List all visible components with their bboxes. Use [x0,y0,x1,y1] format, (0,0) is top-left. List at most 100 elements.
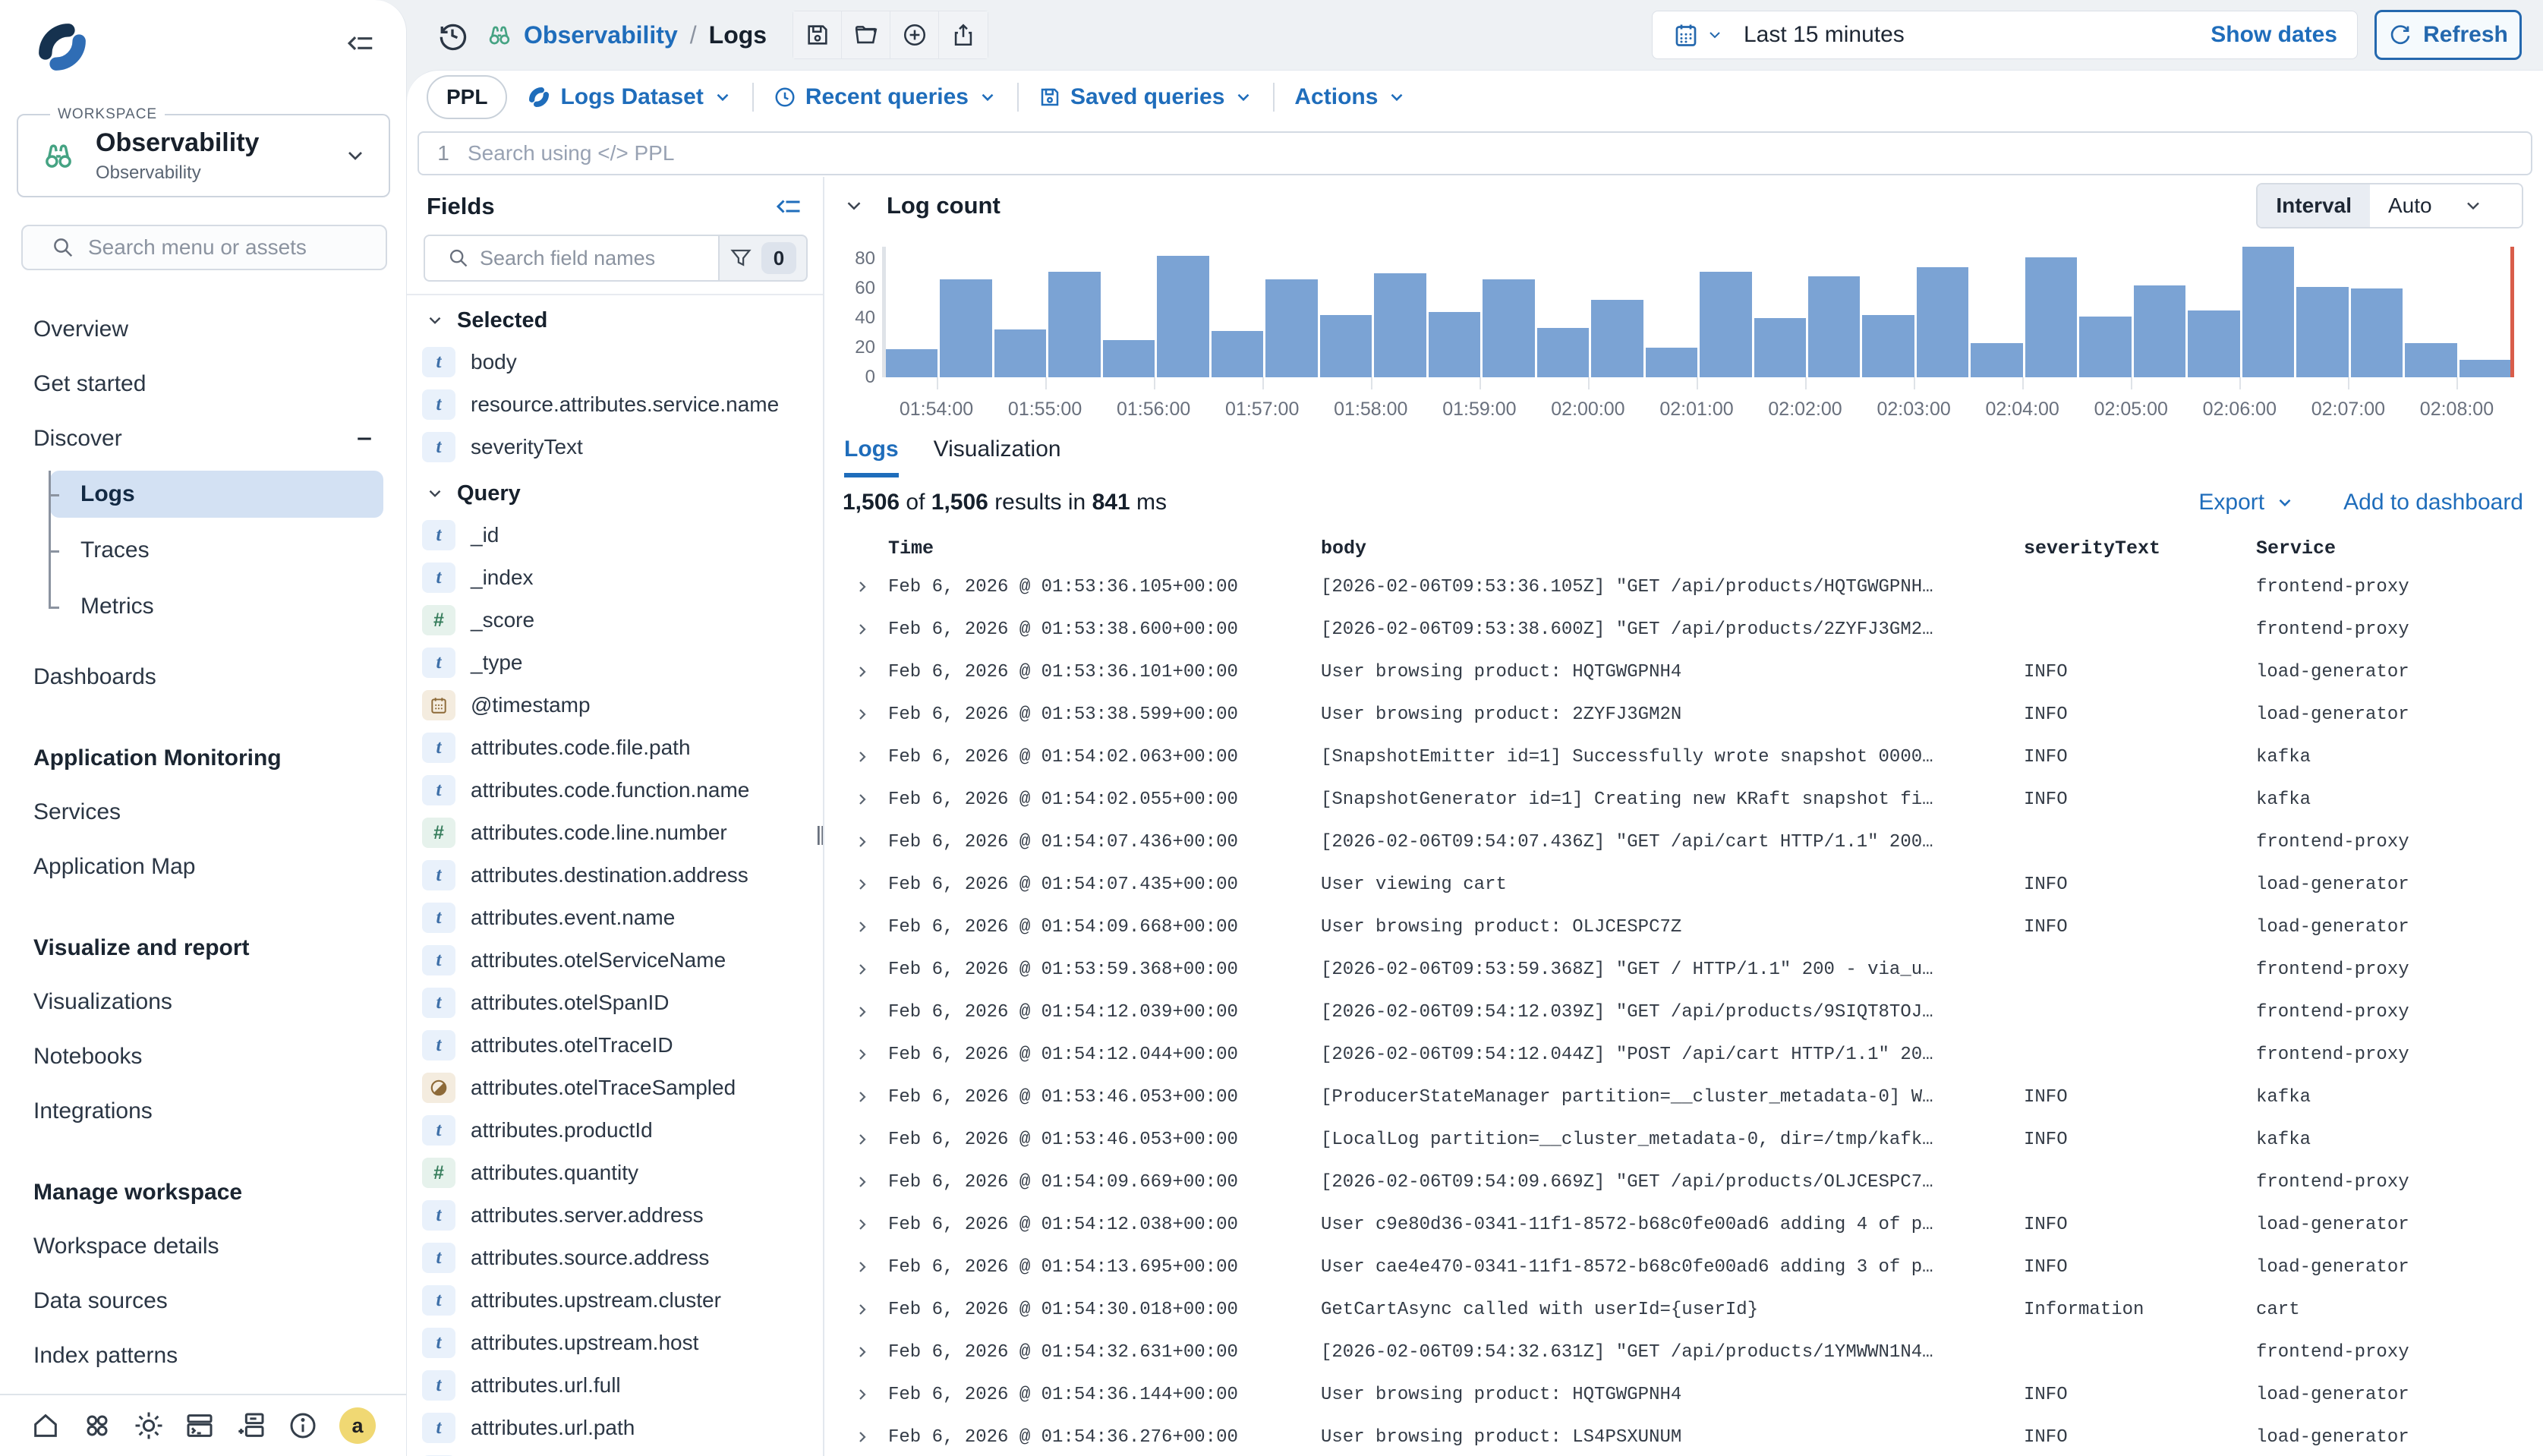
expand-row-icon[interactable] [853,960,888,979]
show-dates-link[interactable]: Show dates [2211,22,2337,48]
interval-select[interactable]: Auto [2370,184,2522,227]
histogram-bar[interactable] [1646,348,1697,377]
table-row[interactable]: Feb 6, 2026 @ 01:54:30.018+00:00GetCartA… [824,1288,2543,1331]
sidebar-item-integrations[interactable]: Integrations [0,1084,406,1139]
query-editor[interactable]: 1 Search using </> PPL [418,131,2532,175]
expand-row-icon[interactable] [853,620,888,638]
histogram-bar[interactable] [1917,267,1968,377]
saved-queries-menu[interactable]: Saved queries [1038,84,1253,110]
expand-row-icon[interactable] [853,663,888,681]
histogram-bar[interactable] [1048,272,1100,377]
sidebar-item-overview[interactable]: Overview [0,302,406,357]
table-row[interactable]: Feb 6, 2026 @ 01:54:09.669+00:00[2026-02… [824,1161,2543,1203]
field-group-query[interactable]: Query [407,473,823,514]
field-item[interactable]: tattributes.server.address [407,1194,823,1237]
table-row[interactable]: Feb 6, 2026 @ 01:53:38.599+00:00User bro… [824,693,2543,736]
table-row[interactable]: Feb 6, 2026 @ 01:54:02.063+00:00[Snapsho… [824,736,2543,778]
column-header-service[interactable]: Service [2256,537,2543,559]
expand-row-icon[interactable] [853,1130,888,1149]
histogram-bar[interactable] [2025,257,2077,377]
log-count-histogram[interactable]: 806040200 [882,247,2511,377]
histogram-bar[interactable] [1862,315,1914,377]
field-item[interactable]: tseverityText [407,426,823,468]
expand-row-icon[interactable] [853,1173,888,1191]
histogram-bar[interactable] [1103,340,1155,377]
field-item[interactable]: #attributes.code.line.number [407,812,823,854]
query-language-button[interactable]: PPL [427,75,507,119]
table-row[interactable]: Feb 6, 2026 @ 01:54:07.436+00:00[2026-02… [824,821,2543,863]
field-item[interactable]: tattributes.url.full [407,1364,823,1407]
time-range-value[interactable]: Last 15 minutes [1744,22,2211,48]
expand-row-icon[interactable] [853,1385,888,1404]
expand-row-icon[interactable] [853,1343,888,1361]
table-row[interactable]: Feb 6, 2026 @ 01:53:38.600+00:00[2026-02… [824,608,2543,651]
histogram-bar[interactable] [2405,343,2456,377]
histogram-bar[interactable] [1157,256,1208,377]
histogram-bar[interactable] [940,279,991,377]
field-filter-control[interactable]: 0 [718,235,808,282]
column-header-severitytext[interactable]: severityText [2024,537,2256,559]
field-item[interactable]: tattributes.code.file.path [407,726,823,769]
opensearch-logo[interactable] [33,18,91,76]
sidebar-item-visualizations[interactable]: Visualizations [0,975,406,1029]
histogram-bar[interactable] [2242,247,2294,377]
histogram-bar[interactable] [2296,287,2348,377]
sidebar-item-data-sources[interactable]: Data sources [0,1274,406,1328]
info-icon[interactable] [288,1410,318,1441]
add-to-dashboard-link[interactable]: Add to dashboard [2343,490,2523,515]
collapse-minus-icon[interactable] [353,427,376,450]
collapse-fields-panel-icon[interactable] [776,193,803,220]
table-row[interactable]: Feb 6, 2026 @ 01:53:46.053+00:00[LocalLo… [824,1118,2543,1161]
new-button[interactable] [890,11,939,58]
calendar-icon[interactable] [1672,21,1700,49]
expand-row-icon[interactable] [853,875,888,893]
sidebar-item-notebooks[interactable]: Notebooks [0,1029,406,1084]
expand-row-icon[interactable] [853,1215,888,1234]
histogram-bar[interactable] [1320,315,1372,377]
table-row[interactable]: Feb 6, 2026 @ 01:53:59.368+00:00[2026-02… [824,948,2543,991]
table-row[interactable]: Feb 6, 2026 @ 01:54:13.695+00:00User cae… [824,1246,2543,1288]
expand-row-icon[interactable] [853,578,888,596]
field-group-selected[interactable]: Selected [407,300,823,341]
histogram-bar[interactable] [2188,310,2239,377]
export-menu[interactable]: Export [2198,490,2295,515]
histogram-bar[interactable] [2351,288,2403,377]
save-button[interactable] [793,11,842,58]
field-item[interactable]: tattributes.otelServiceName [407,939,823,982]
breadcrumb-workspace-link[interactable]: Observability [524,21,678,49]
histogram-bar[interactable] [1700,272,1751,377]
field-item[interactable]: tbody [407,341,823,383]
sidebar-item-application-map[interactable]: Application Map [0,840,406,894]
recent-queries-menu[interactable]: Recent queries [774,84,997,110]
histogram-bar[interactable] [1754,318,1806,377]
collapse-chart-icon[interactable] [843,194,865,217]
field-item[interactable]: tattributes.code.function.name [407,769,823,812]
table-row[interactable]: Feb 6, 2026 @ 01:54:07.435+00:00User vie… [824,863,2543,906]
histogram-bar[interactable] [886,349,937,377]
expand-row-icon[interactable] [853,833,888,851]
field-item[interactable]: t_index [407,556,823,599]
sidebar-item-get-started[interactable]: Get started [0,357,406,411]
apps-grid-icon[interactable] [82,1410,112,1441]
workspace-selector[interactable]: WORKSPACE Observability Observability [17,114,390,197]
table-row[interactable]: Feb 6, 2026 @ 01:54:32.631+00:00[2026-02… [824,1331,2543,1373]
share-button[interactable] [939,11,988,58]
field-item[interactable]: tattributes.url.path [407,1407,823,1449]
sidebar-item-dashboards[interactable]: Dashboards [0,650,406,704]
expand-row-icon[interactable] [853,1428,888,1446]
histogram-bar[interactable] [1374,273,1426,377]
table-row[interactable]: Feb 6, 2026 @ 01:54:12.039+00:00[2026-02… [824,991,2543,1033]
expand-row-icon[interactable] [853,1045,888,1064]
dev-console-icon[interactable] [184,1410,215,1441]
expand-row-icon[interactable] [853,1088,888,1106]
table-row[interactable]: Feb 6, 2026 @ 01:54:12.044+00:00[2026-02… [824,1033,2543,1076]
histogram-bar[interactable] [994,329,1046,377]
table-row[interactable]: Feb 6, 2026 @ 01:54:02.055+00:00[Snapsho… [824,778,2543,821]
add-panel-icon[interactable] [236,1410,266,1441]
expand-row-icon[interactable] [853,1258,888,1276]
column-header-time[interactable]: Time [888,537,1321,559]
expand-row-icon[interactable] [853,790,888,808]
history-icon[interactable] [436,18,469,52]
field-item[interactable]: tattributes.upstream.host [407,1322,823,1364]
table-row[interactable]: Feb 6, 2026 @ 01:54:09.668+00:00User bro… [824,906,2543,948]
